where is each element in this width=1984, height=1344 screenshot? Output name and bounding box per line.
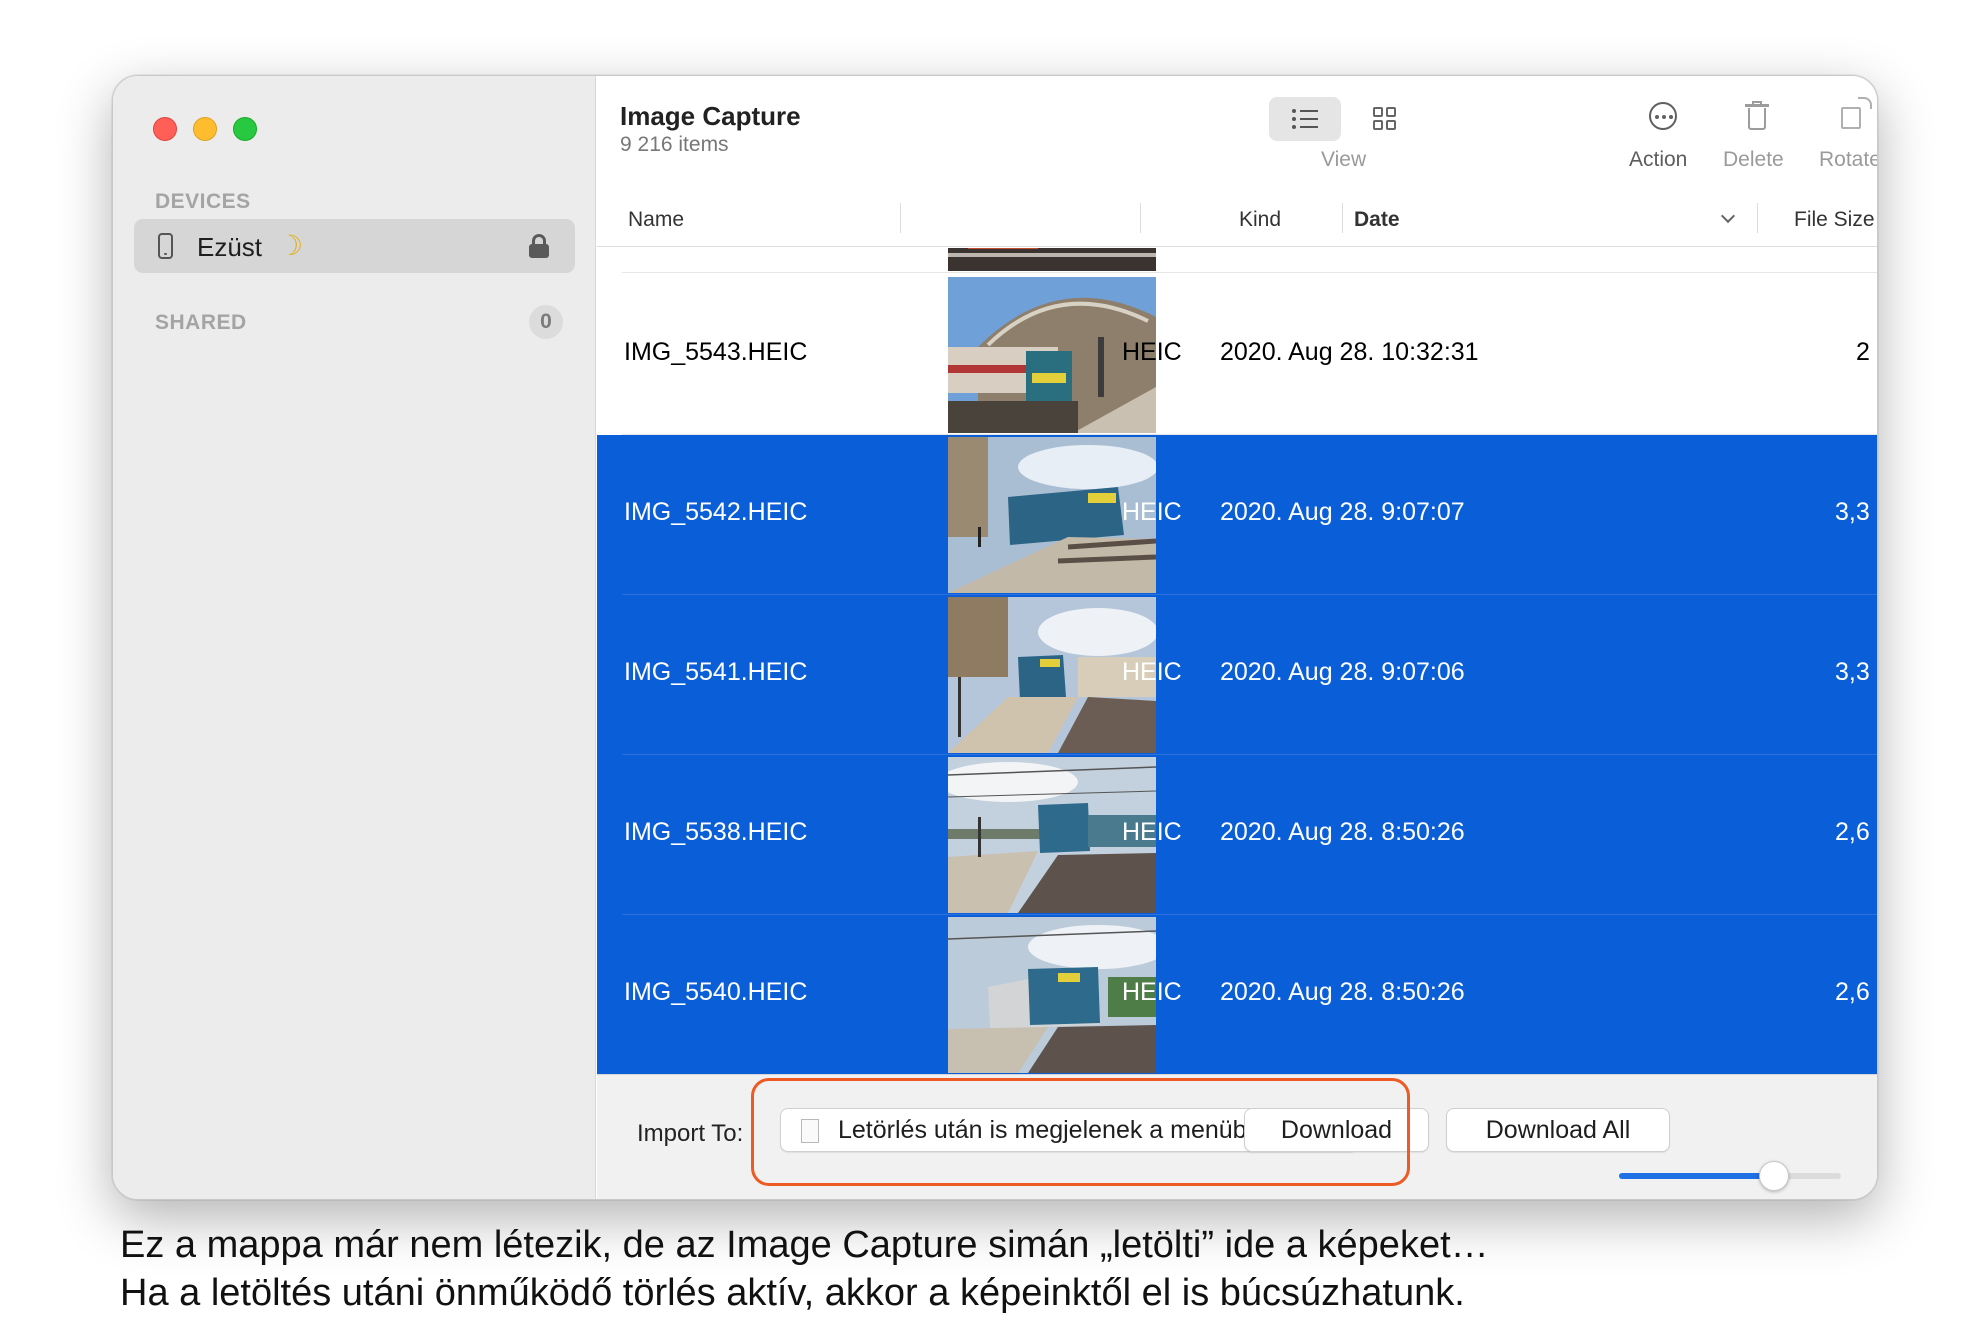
- download-all-button[interactable]: Download All: [1446, 1108, 1670, 1152]
- list-view-button[interactable]: [1269, 97, 1341, 141]
- table-row-partial[interactable]: [597, 248, 1877, 273]
- rotate-icon[interactable]: [1841, 97, 1872, 129]
- zoom-button[interactable]: [233, 117, 257, 141]
- window-title: Image Capture: [620, 101, 801, 131]
- file-size: 3,3: [1835, 658, 1870, 686]
- shared-section-label: SHARED: [155, 311, 247, 334]
- file-name: IMG_5542.HEIC: [624, 498, 808, 526]
- file-date: 2020. Aug 28. 9:07:07: [1220, 498, 1465, 526]
- item-count: 9 216 items: [620, 133, 729, 156]
- file-kind: HEIC: [1122, 338, 1182, 366]
- iphone-icon: [158, 233, 173, 259]
- lock-icon: [529, 234, 549, 258]
- file-list: IMG_5543.HEIC HEIC 2020. Aug 28. 10:32:3…: [597, 248, 1877, 1147]
- file-name: IMG_5541.HEIC: [624, 658, 808, 686]
- table-row[interactable]: IMG_5543.HEIC HEIC 2020. Aug 28. 10:32:3…: [597, 275, 1877, 435]
- column-header-name[interactable]: Name: [628, 208, 684, 232]
- trash-icon[interactable]: [1745, 101, 1769, 131]
- devices-section-label: DEVICES: [155, 190, 251, 213]
- file-kind: HEIC: [1122, 658, 1182, 686]
- file-date: 2020. Aug 28. 10:32:31: [1220, 338, 1479, 366]
- import-destination-highlight: [751, 1078, 1410, 1186]
- shared-count-badge: 0: [529, 305, 563, 339]
- close-button[interactable]: [153, 117, 177, 141]
- window-controls: [153, 117, 257, 141]
- grid-icon: [1373, 107, 1397, 131]
- file-name: IMG_5538.HEIC: [624, 818, 808, 846]
- file-name: IMG_5540.HEIC: [624, 978, 808, 1006]
- table-row-selected[interactable]: IMG_5540.HEIC HEIC 2020. Aug 28. 8:50:26…: [597, 915, 1877, 1075]
- list-icon: [1292, 109, 1318, 129]
- file-size: 2,6: [1835, 978, 1870, 1006]
- file-date: 2020. Aug 28. 8:50:26: [1220, 978, 1465, 1006]
- caption-line-2: Ha a letöltés utáni önműködő törlés aktí…: [120, 1272, 1465, 1314]
- file-date: 2020. Aug 28. 9:07:06: [1220, 658, 1465, 686]
- sort-chevron-icon[interactable]: [1720, 208, 1736, 224]
- slider-fill: [1619, 1173, 1775, 1179]
- file-kind: HEIC: [1122, 818, 1182, 846]
- file-size: 2,6: [1835, 818, 1870, 846]
- table-header: Name Kind Date File Size: [597, 191, 1877, 247]
- thumbnail-image: [948, 248, 1156, 271]
- file-name: IMG_5543.HEIC: [624, 338, 808, 366]
- image-capture-window: DEVICES Ezüst ☽ SHARED 0 Image Capture 9…: [112, 75, 1878, 1200]
- sidebar-item-device[interactable]: Ezüst ☽: [134, 219, 575, 273]
- action-icon[interactable]: [1649, 102, 1677, 130]
- import-to-label: Import To:: [637, 1120, 744, 1147]
- delete-button-label[interactable]: Delete: [1723, 148, 1784, 172]
- file-size: 3,3: [1835, 498, 1870, 526]
- slider-knob[interactable]: [1759, 1161, 1790, 1191]
- minimize-button[interactable]: [193, 117, 217, 141]
- caption-line-1: Ez a mappa már nem létezik, de az Image …: [120, 1224, 1489, 1266]
- column-header-kind[interactable]: Kind: [1239, 208, 1281, 232]
- moon-emoji: ☽: [278, 230, 304, 261]
- table-row-selected[interactable]: IMG_5542.HEIC HEIC 2020. Aug 28. 9:07:07…: [597, 435, 1877, 595]
- column-header-date[interactable]: Date: [1354, 208, 1400, 232]
- sidebar: DEVICES Ezüst ☽ SHARED 0: [113, 76, 596, 1199]
- table-row-selected[interactable]: IMG_5541.HEIC HEIC 2020. Aug 28. 9:07:06…: [597, 595, 1877, 755]
- file-size: 2: [1856, 338, 1870, 366]
- file-date: 2020. Aug 28. 8:50:26: [1220, 818, 1465, 846]
- thumbnail-size-slider[interactable]: [1619, 1161, 1841, 1191]
- device-name: Ezüst: [197, 232, 263, 262]
- grid-view-button[interactable]: [1349, 97, 1421, 141]
- column-header-file-size[interactable]: File Size: [1794, 208, 1875, 232]
- view-label: View: [1321, 148, 1367, 171]
- file-kind: HEIC: [1122, 978, 1182, 1006]
- table-row-selected[interactable]: IMG_5538.HEIC HEIC 2020. Aug 28. 8:50:26…: [597, 755, 1877, 915]
- rotate-button-label[interactable]: Rotate: [1819, 148, 1877, 172]
- main-pane: Image Capture 9 216 items View Action De…: [597, 76, 1877, 1199]
- action-button-label[interactable]: Action: [1629, 148, 1687, 172]
- file-kind: HEIC: [1122, 498, 1182, 526]
